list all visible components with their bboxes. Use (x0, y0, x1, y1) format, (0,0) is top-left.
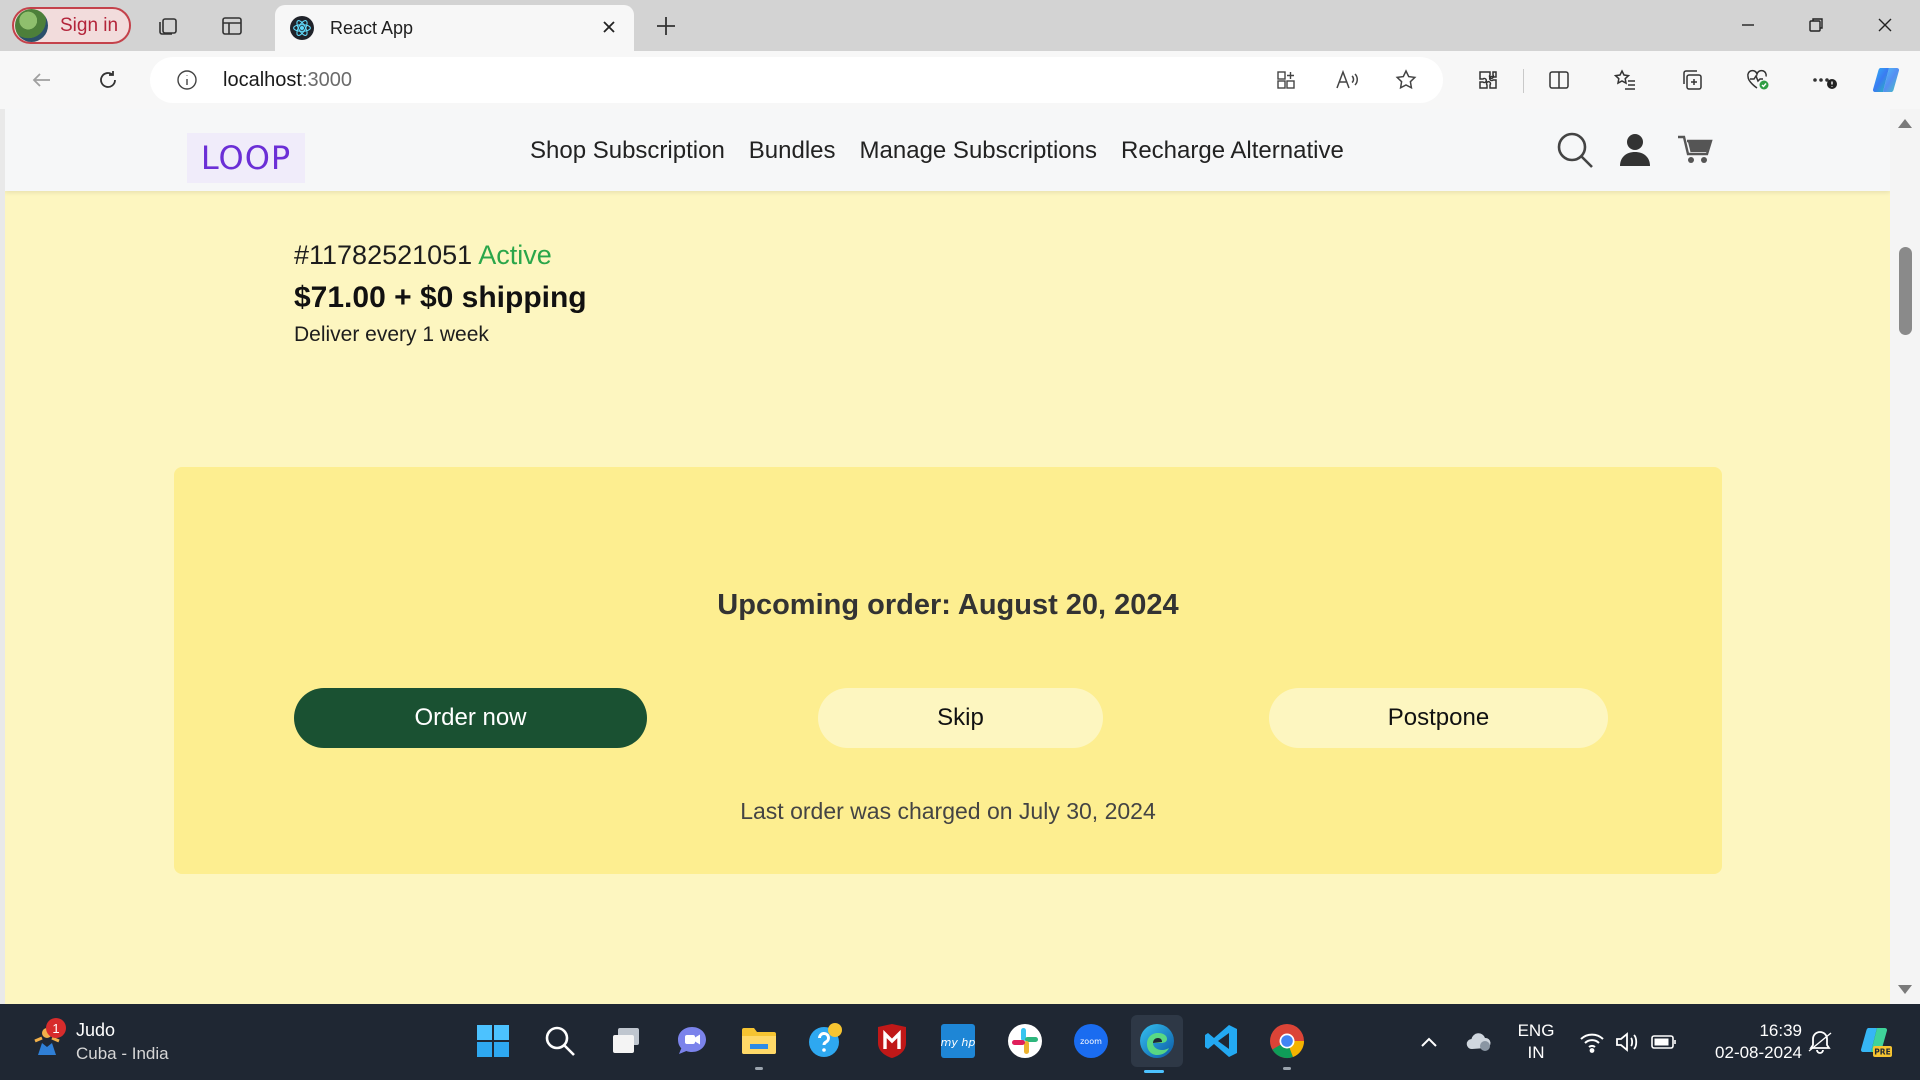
onedrive-cloud-icon[interactable] (1465, 1028, 1493, 1056)
extensions-icon[interactable] (1470, 62, 1506, 98)
url-port: :3000 (301, 69, 352, 91)
volume-icon[interactable] (1613, 1028, 1641, 1056)
minimize-button[interactable] (1724, 8, 1772, 42)
site-header: LOOP Shop Subscription Bundles Manage Su… (5, 109, 1890, 191)
teams-chat-icon[interactable] (669, 1018, 715, 1064)
windows-taskbar: 1 Judo Cuba - India my hp zoom ENG IN 16… (0, 1004, 1920, 1080)
page-viewport: LOOP Shop Subscription Bundles Manage Su… (5, 109, 1890, 1004)
copilot-pre-icon[interactable]: PRE (1857, 1024, 1893, 1060)
browser-tab-strip: Sign in React App (0, 0, 1920, 51)
notification-badge: 1 (46, 1018, 66, 1038)
wifi-icon[interactable] (1578, 1028, 1606, 1056)
lang-top: ENG (1517, 1021, 1555, 1040)
battery-icon[interactable] (1650, 1028, 1678, 1056)
split-screen-icon[interactable] (1541, 62, 1577, 98)
svg-text:my hp: my hp (941, 1036, 976, 1049)
tab-react-app[interactable]: React App (275, 5, 634, 51)
loop-logo[interactable]: LOOP (187, 133, 305, 183)
toolbar-separator (1523, 69, 1524, 93)
cart-icon[interactable] (1674, 129, 1716, 171)
restore-button[interactable] (1792, 8, 1840, 42)
tab-close-icon[interactable] (598, 16, 620, 38)
copilot-icon[interactable] (1868, 62, 1904, 98)
site-info-icon[interactable] (176, 69, 198, 96)
running-indicator (755, 1067, 763, 1070)
favorites-icon[interactable] (1607, 62, 1643, 98)
running-indicator (1283, 1067, 1291, 1070)
nav-bundles[interactable]: Bundles (749, 137, 836, 165)
page-scrollbar[interactable] (1890, 109, 1920, 1004)
settings-more-icon[interactable] (1806, 62, 1842, 98)
upcoming-order-title: Upcoming order: August 20, 2024 (717, 589, 1179, 621)
read-aloud-icon[interactable] (1334, 68, 1360, 97)
task-view-icon[interactable] (603, 1018, 649, 1064)
last-order-text: Last order was charged on July 30, 2024 (740, 798, 1156, 824)
tab-actions-icon[interactable] (216, 10, 248, 42)
search-icon[interactable] (1554, 129, 1596, 171)
close-window-button[interactable] (1861, 8, 1909, 42)
scroll-up-arrow-icon[interactable] (1898, 119, 1912, 128)
browser-toolbar: localhost:3000 (0, 51, 1920, 109)
account-icon[interactable] (1614, 129, 1656, 171)
vscode-icon[interactable] (1198, 1018, 1244, 1064)
zoom-icon[interactable]: zoom (1068, 1018, 1114, 1064)
logo-text: LOOP (200, 139, 292, 177)
react-favicon-icon (290, 16, 314, 40)
collections-icon[interactable] (1674, 62, 1710, 98)
status-badge: Active (478, 240, 552, 270)
active-indicator (1144, 1070, 1164, 1073)
widget-title: Judo (76, 1020, 116, 1040)
svg-text:zoom: zoom (1080, 1037, 1102, 1046)
nav-shop-subscription[interactable]: Shop Subscription (530, 137, 725, 165)
order-now-button[interactable]: Order now (294, 688, 647, 748)
lang-bottom: IN (1527, 1043, 1545, 1062)
subscription-id: #11782521051 (294, 240, 473, 270)
subscription-price: $71.00 + $0 shipping (294, 281, 587, 314)
weather-widget[interactable]: 1 Judo Cuba - India (30, 1018, 230, 1068)
scroll-down-arrow-icon[interactable] (1898, 985, 1912, 994)
chrome-icon[interactable] (1264, 1018, 1310, 1070)
edge-browser-icon[interactable] (1131, 1015, 1183, 1073)
clock-date: 02-08-2024 (1715, 1043, 1802, 1062)
profile-label: Sign in (60, 14, 119, 36)
slack-icon[interactable] (1002, 1018, 1048, 1064)
browser-essentials-icon[interactable] (1740, 62, 1776, 98)
profile-sign-in-button[interactable]: Sign in (12, 7, 131, 44)
address-bar[interactable]: localhost:3000 (150, 57, 1443, 103)
get-help-icon[interactable] (802, 1018, 848, 1064)
refresh-button[interactable] (90, 62, 126, 98)
workspaces-icon[interactable] (153, 10, 185, 42)
tab-title: React App (330, 17, 414, 38)
app-available-icon[interactable] (1274, 68, 1298, 97)
skip-button[interactable]: Skip (818, 688, 1103, 748)
notification-center-icon[interactable] (1806, 1028, 1834, 1056)
nav-manage-subscriptions[interactable]: Manage Subscriptions (860, 137, 1097, 165)
clock-time: 16:39 (1759, 1021, 1802, 1040)
show-hidden-icons-chevron-icon[interactable] (1415, 1028, 1443, 1056)
subscription-id-line: #11782521051 Active (294, 240, 552, 271)
favorite-star-icon[interactable] (1394, 68, 1418, 97)
back-button[interactable] (24, 62, 60, 98)
taskbar-clock[interactable]: 16:39 02-08-2024 (1692, 1020, 1802, 1064)
language-indicator[interactable]: ENG IN (1515, 1020, 1557, 1064)
url-host: localhost (223, 69, 302, 91)
profile-avatar (15, 9, 48, 42)
scrollbar-thumb[interactable] (1899, 247, 1912, 335)
taskbar-search-icon[interactable] (537, 1018, 583, 1064)
main-nav: Shop Subscription Bundles Manage Subscri… (530, 137, 1344, 165)
start-button[interactable] (470, 1018, 516, 1064)
svg-text:PRE: PRE (1874, 1048, 1890, 1057)
widget-subtitle: Cuba - India (76, 1044, 169, 1063)
nav-recharge-alternative[interactable]: Recharge Alternative (1121, 137, 1344, 165)
mcafee-icon[interactable] (869, 1018, 915, 1064)
new-tab-button[interactable] (650, 10, 682, 42)
postpone-button[interactable]: Postpone (1269, 688, 1608, 748)
myhp-icon[interactable]: my hp (935, 1018, 981, 1064)
delivery-frequency: Deliver every 1 week (294, 323, 489, 346)
url-text[interactable]: localhost:3000 (223, 69, 352, 92)
file-explorer-icon[interactable] (736, 1018, 782, 1070)
upcoming-order-card: Upcoming order: August 20, 2024 Order no… (174, 467, 1722, 874)
